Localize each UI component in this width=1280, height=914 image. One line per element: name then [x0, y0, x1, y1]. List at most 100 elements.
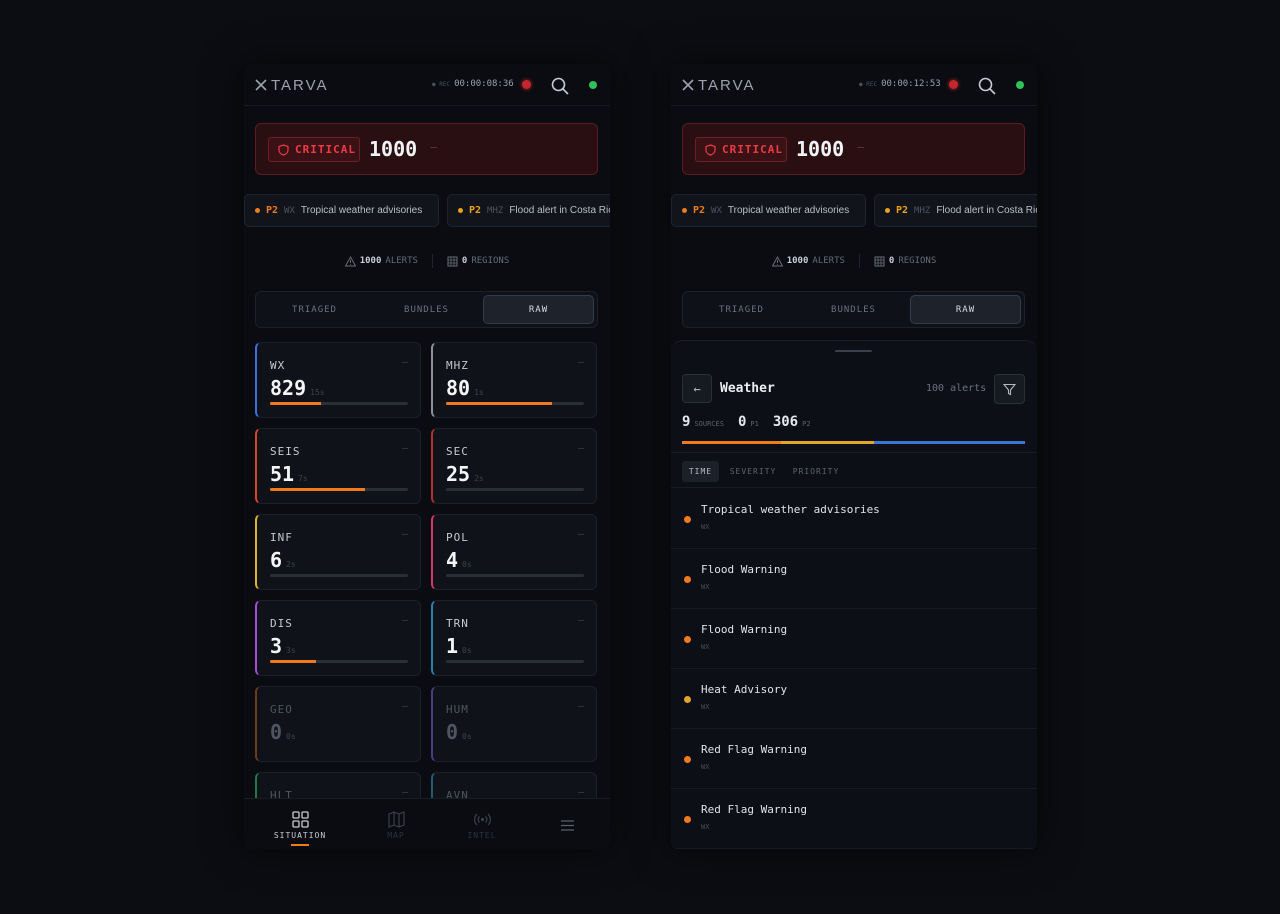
nav-situation[interactable]: SITUATION — [260, 811, 340, 846]
search-icon[interactable] — [977, 76, 997, 96]
category-tile-wx[interactable]: WX — 829 15s — [255, 342, 421, 418]
alert-title: Red Flag Warning — [701, 803, 807, 816]
ticker-source: MHZ — [914, 205, 931, 216]
ticker-title: Tropical weather advisories — [727, 205, 850, 216]
ticker-item[interactable]: P2 WX Tropical weather advisories — [671, 194, 866, 227]
priority-dot — [684, 756, 691, 763]
timer-value: 00:00:08:36 — [454, 79, 514, 89]
nav-intel[interactable]: INTEL — [442, 811, 522, 840]
tab-bundles[interactable]: BUNDLES — [798, 295, 909, 324]
tab-raw[interactable]: RAW — [910, 295, 1021, 324]
critical-banner[interactable]: CRITICAL 1000 — — [682, 123, 1025, 175]
ticker-item[interactable]: P2 MHZ Flood alert in Costa Rica — [874, 194, 1037, 227]
tab-triaged[interactable]: TRIAGED — [259, 295, 370, 324]
critical-badge: CRITICAL — [695, 137, 787, 162]
sort-severity[interactable]: SEVERITY — [727, 461, 779, 482]
category-code: DIS — [270, 617, 293, 630]
category-count: 3 3s — [270, 634, 296, 658]
view-tabs: TRIAGED BUNDLES RAW — [682, 291, 1025, 328]
alert-title: Flood Warning — [701, 563, 788, 576]
category-tile-sec[interactable]: SEC — 25 2s — [431, 428, 597, 504]
search-icon[interactable] — [550, 76, 570, 96]
ticker-title: Flood alert in Costa Rica — [509, 205, 610, 216]
trend-dash: — — [401, 615, 408, 626]
alerts-stat: 1000 ALERTS — [344, 255, 418, 267]
category-count: 1 0s — [446, 634, 472, 658]
ticker-item[interactable]: P2 MHZ Flood alert in Costa Rica — [447, 194, 610, 227]
broadcast-icon — [473, 813, 491, 826]
category-code: POL — [446, 531, 469, 544]
recording-dot — [948, 79, 958, 89]
category-code: INF — [270, 531, 293, 544]
ticker-item[interactable]: P2 WX Tropical weather advisories — [244, 194, 439, 227]
category-rate: 2s — [474, 474, 484, 483]
trend-dash: — — [401, 443, 408, 454]
critical-banner[interactable]: CRITICAL 1000 — — [255, 123, 598, 175]
ticker-priority: P2 — [693, 205, 706, 216]
count-value: 829 — [270, 376, 307, 400]
connection-status-dot — [1016, 81, 1024, 89]
priority-dot — [684, 516, 691, 523]
sort-time[interactable]: TIME — [682, 461, 719, 482]
category-tile-geo[interactable]: GEO — 0 0s — [255, 686, 421, 762]
alert-title: Tropical weather advisories — [701, 503, 880, 516]
recording-dot — [521, 79, 531, 89]
alert-list-item[interactable]: Tropical weather advisories WX — [671, 489, 1037, 549]
distribution-segment — [874, 441, 1025, 444]
tab-bundles[interactable]: BUNDLES — [371, 295, 482, 324]
regions-label: REGIONS — [898, 256, 937, 266]
brand-logo[interactable]: TARVA — [255, 76, 329, 94]
brand-name: TARVA — [271, 76, 329, 94]
alert-list-item[interactable]: Flood Warning WX — [671, 609, 1037, 669]
priority-dot — [885, 208, 890, 213]
shield-icon — [278, 143, 289, 156]
category-detail-screen: TARVA ● REC 00:00:12:53 CRITICAL 1000 — … — [671, 64, 1037, 849]
tab-raw[interactable]: RAW — [483, 295, 594, 324]
trend-dash: — — [577, 529, 584, 540]
summary-stats: 1000 ALERTS 0 REGIONS — [671, 254, 1037, 268]
ticker-priority: P2 — [896, 205, 909, 216]
category-count: 0 0s — [446, 720, 472, 744]
category-tile-dis[interactable]: DIS — 3 3s — [255, 600, 421, 676]
warning-icon — [344, 255, 356, 266]
priority-distribution-bar — [682, 441, 1025, 444]
category-tile-mhz[interactable]: MHZ — 80 1s — [431, 342, 597, 418]
category-tile-seis[interactable]: SEIS — 51 7s — [255, 428, 421, 504]
critical-count: 1000 — [796, 137, 845, 161]
category-sheet: ← Weather 100 alerts 9 SOURCES 0 P1 306 … — [671, 340, 1037, 849]
top-bar: TARVA ● REC 00:00:12:53 — [671, 64, 1037, 106]
trend-dash: — — [401, 701, 408, 712]
summary-stats: 1000 ALERTS 0 REGIONS — [244, 254, 610, 268]
priority-dot — [682, 208, 687, 213]
category-tile-inf[interactable]: INF — 6 2s — [255, 514, 421, 590]
tab-triaged[interactable]: TRIAGED — [686, 295, 797, 324]
activity-fill — [446, 402, 553, 405]
category-tile-hum[interactable]: HUM — 0 0s — [431, 686, 597, 762]
filter-button[interactable] — [994, 374, 1025, 404]
drag-handle[interactable] — [835, 350, 872, 352]
sort-priority[interactable]: PRIORITY — [789, 461, 843, 482]
category-code: TRN — [446, 617, 469, 630]
alert-list-item[interactable]: Flood Warning WX — [671, 549, 1037, 609]
alert-list-item[interactable]: Red Flag Warning WX — [671, 789, 1037, 849]
brand-logo[interactable]: TARVA — [682, 77, 756, 94]
back-button[interactable]: ← — [682, 374, 712, 403]
alert-list-item[interactable]: Heat Advisory WX — [671, 669, 1037, 729]
divider — [858, 254, 860, 268]
activity-bar — [270, 574, 408, 577]
rec-tag: ● REC — [432, 80, 451, 88]
count-value: 25 — [446, 462, 471, 486]
activity-fill — [270, 660, 316, 663]
category-tile-pol[interactable]: POL — 4 0s — [431, 514, 597, 590]
divider — [431, 254, 433, 268]
nav-map[interactable]: MAP — [356, 811, 436, 840]
alerts-count: 1000 — [786, 256, 809, 266]
trend-dash: — — [577, 701, 584, 712]
critical-trend: — — [857, 140, 865, 154]
p2-label: P2 — [802, 420, 811, 428]
nav-menu[interactable] — [527, 817, 607, 834]
timer-value: 00:00:12:53 — [881, 79, 941, 89]
category-tile-trn[interactable]: TRN — 1 0s — [431, 600, 597, 676]
ticker-priority: P2 — [469, 205, 482, 216]
alert-list-item[interactable]: Red Flag Warning WX — [671, 729, 1037, 789]
